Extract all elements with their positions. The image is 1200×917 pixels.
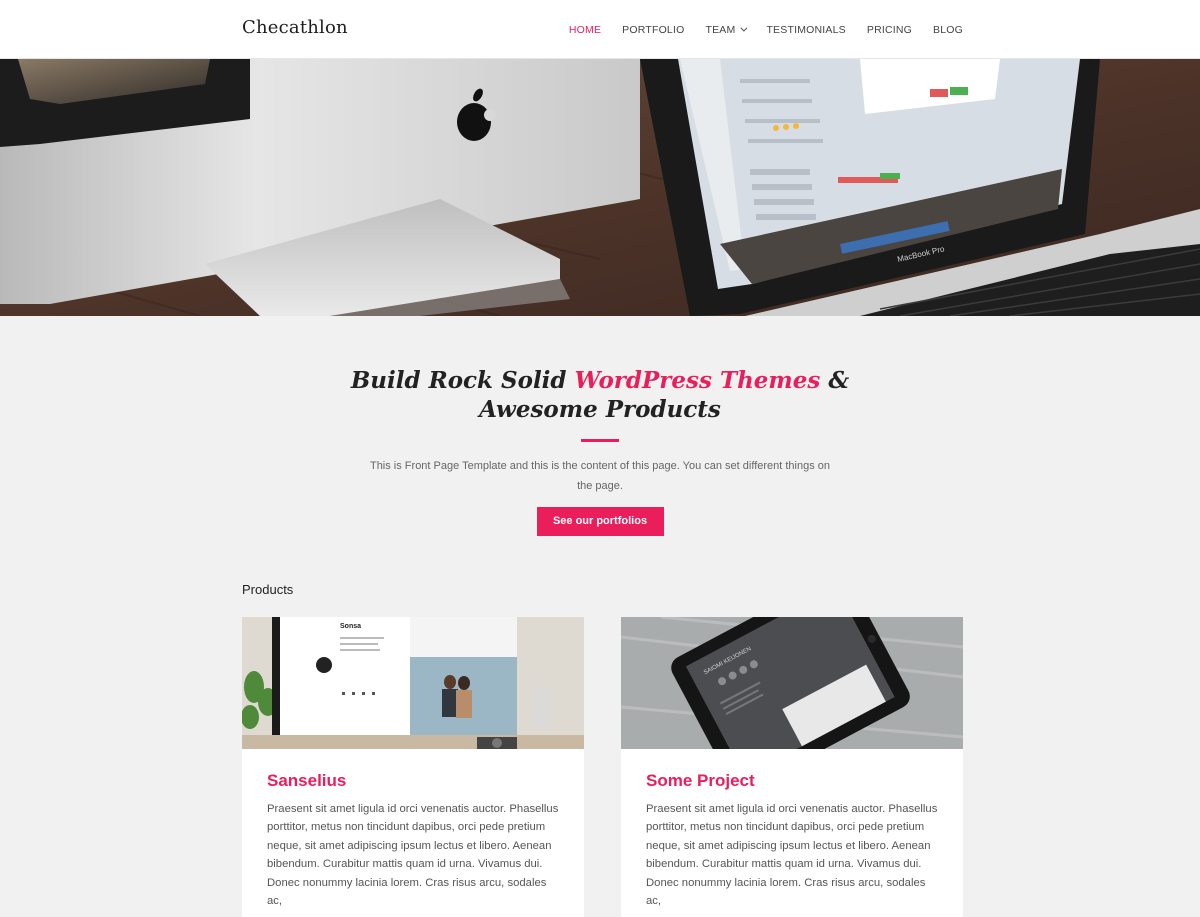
nav-label: PRICING [866, 23, 913, 36]
page-title: Build Rock Solid WordPress Themes & Awes… [0, 366, 1200, 424]
intro-text: This is Front Page Template and this is … [369, 460, 831, 492]
nav-item-blog[interactable]: BLOG [933, 24, 963, 36]
title-part-2: & [828, 367, 850, 394]
products-heading: Products [242, 582, 294, 597]
product-card[interactable]: Sonsa Sanselius Praesent sit amet ligula… [242, 617, 584, 917]
chevron-down-icon [740, 24, 748, 32]
nav-item-testimonials[interactable]: TESTIMONIALS [766, 24, 845, 36]
intro-section: Build Rock Solid WordPress Themes & Awes… [0, 366, 1200, 536]
nav-item-home[interactable]: HOME [569, 24, 601, 36]
nav-label: HOME [568, 23, 602, 36]
product-title[interactable]: Some Project [646, 771, 938, 791]
nav-label: BLOG [933, 23, 963, 36]
product-illustration: Sonsa [242, 617, 584, 749]
title-part-1: Build Rock Solid [350, 367, 567, 394]
site-header: Checathlon HOME PORTFOLIO TEAM TESTIMONI… [0, 0, 1200, 59]
nav-label: TEAM [705, 23, 736, 36]
nav-item-portfolio[interactable]: PORTFOLIO [622, 24, 684, 36]
product-card[interactable]: SAIOMI KEIJONEN Some Project Praesent si… [621, 617, 963, 917]
product-card-body: Sanselius Praesent sit amet ligula id or… [242, 749, 584, 910]
nav-item-team[interactable]: TEAM [705, 23, 748, 36]
main-nav: HOME PORTFOLIO TEAM TESTIMONIALS PRICING… [548, 0, 963, 59]
nav-item-pricing[interactable]: PRICING [867, 24, 912, 36]
product-image[interactable]: SAIOMI KEIJONEN [621, 617, 963, 749]
product-description: Praesent sit amet ligula id orci venenat… [646, 803, 938, 908]
nav-label: TESTIMONIALS [766, 23, 846, 36]
see-portfolios-button[interactable]: See our portfolios [536, 507, 664, 536]
product-title[interactable]: Sanselius [267, 771, 559, 791]
hero-image: MacBook Pro [0, 59, 1200, 316]
title-accent: WordPress Themes [574, 367, 821, 394]
title-line-2: Awesome Products [479, 396, 721, 423]
product-image[interactable]: Sonsa [242, 617, 584, 749]
hero-illustration: MacBook Pro [0, 59, 1200, 316]
product-illustration: SAIOMI KEIJONEN [621, 617, 963, 749]
site-logo[interactable]: Checathlon [242, 17, 348, 38]
product-description: Praesent sit amet ligula id orci venenat… [267, 803, 559, 908]
title-divider [581, 439, 619, 442]
nav-label: PORTFOLIO [622, 23, 685, 36]
product-image-caption: Sonsa [340, 623, 361, 630]
product-card-body: Some Project Praesent sit amet ligula id… [621, 749, 963, 910]
